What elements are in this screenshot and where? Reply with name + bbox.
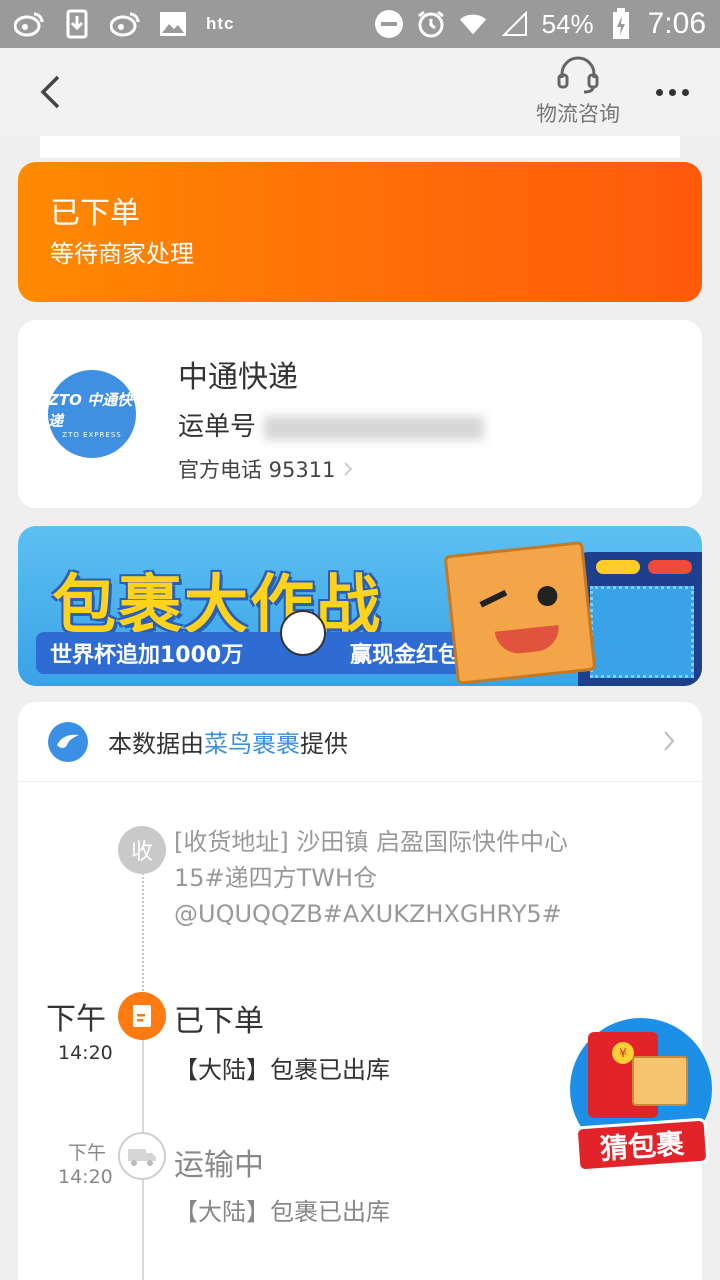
battery-charging-icon	[606, 8, 636, 39]
provider-prefix: 本数据由	[108, 730, 204, 758]
order-status-subtitle: 等待商家处理	[50, 240, 194, 268]
event-title: 已下单	[174, 1004, 264, 1039]
more-button[interactable]	[650, 78, 694, 106]
cainiao-bird-icon	[48, 721, 88, 762]
courier-phone-link[interactable]: 官方电话 95311	[178, 454, 354, 484]
banner-right-text: 赢现金红包	[349, 643, 460, 668]
truck-icon	[118, 1132, 166, 1180]
alarm-icon	[416, 9, 446, 39]
order-status-card: 已下单 等待商家处理	[18, 162, 702, 302]
back-button[interactable]	[30, 72, 70, 112]
headset-icon	[557, 56, 599, 94]
provider-suffix: 提供	[300, 730, 348, 758]
football-icon	[280, 610, 326, 656]
guess-package-label: 猜包裹	[574, 1117, 710, 1173]
signal-icon	[500, 9, 530, 39]
event-title: 运输中	[174, 1148, 264, 1183]
event-time-period: 下午	[46, 1002, 106, 1037]
wifi-icon	[458, 9, 488, 39]
banner-pill: 世界杯追加1000万 赢现金红包	[36, 632, 474, 674]
provider-name-link[interactable]: 菜鸟裹裹	[204, 730, 300, 758]
promo-banner[interactable]: 包裹大作战 世界杯追加1000万 赢现金红包	[18, 526, 702, 686]
tracking-card: 本数据由菜鸟裹裹提供 收 [收货地址] 沙田镇 启盈国际快件中心15#递四方TW…	[18, 702, 702, 1280]
courier-phone-text: 官方电话 95311	[178, 458, 336, 482]
battery-percent: 54%	[541, 8, 594, 39]
courier-name: 中通快递	[178, 360, 298, 395]
event-time-period: 下午	[68, 1142, 107, 1164]
delivery-address: [收货地址] 沙田镇 启盈国际快件中心15#递四方TWH仓@UQUQQZB#AX…	[174, 828, 568, 928]
zto-logo-subtext: ZTO EXPRESS	[62, 431, 122, 439]
dnd-icon	[374, 9, 404, 39]
chevron-right-icon	[664, 731, 675, 751]
more-dot-icon	[668, 88, 676, 96]
guess-package-float-button[interactable]: ¥ 猜包裹	[570, 1018, 714, 1173]
waybill-row[interactable]: 运单号	[178, 406, 485, 443]
chevron-right-icon	[344, 462, 353, 476]
waybill-number-redacted	[264, 415, 485, 440]
header-strip	[40, 136, 680, 158]
weibo-icon	[110, 9, 140, 39]
nav-bar: 物流咨询	[0, 48, 720, 136]
data-provider-text: 本数据由菜鸟裹裹提供	[108, 724, 348, 759]
zto-logo: ZTO 中通快递 ZTO EXPRESS	[48, 370, 136, 458]
game-screen-illustration	[578, 552, 702, 686]
consult-label: 物流咨询	[536, 102, 620, 126]
event-desc: 【大陆】包裹已出库	[174, 1056, 390, 1084]
order-status-title: 已下单	[50, 196, 140, 231]
download-icon	[62, 9, 92, 39]
weibo-icon	[14, 9, 44, 39]
event-desc: 【大陆】包裹已出库	[174, 1198, 390, 1226]
order-doc-icon	[118, 992, 166, 1040]
chevron-left-icon	[40, 75, 60, 109]
logistics-consult-button[interactable]: 物流咨询	[528, 54, 628, 132]
htc-logo: htc	[206, 14, 235, 33]
courier-card[interactable]: ZTO 中通快递 ZTO EXPRESS 中通快递 运单号 官方电话 95311	[18, 320, 702, 508]
box-mascot-illustration	[443, 541, 597, 685]
waybill-label: 运单号	[178, 412, 257, 442]
receive-badge: 收	[118, 826, 166, 874]
clock: 7:06	[647, 7, 706, 40]
data-provider-row[interactable]: 本数据由菜鸟裹裹提供	[18, 702, 702, 782]
image-icon	[158, 9, 188, 39]
event-time: 14:20	[58, 1042, 113, 1064]
more-dot-icon	[655, 88, 663, 96]
banner-left-text: 世界杯追加1000万	[50, 643, 244, 668]
timeline-connector-dotted	[142, 866, 144, 994]
box-mascot-icon	[632, 1056, 688, 1106]
more-dot-icon	[681, 88, 689, 96]
status-bar: htc 54% 7:06	[0, 0, 720, 48]
zto-logo-text: ZTO 中通快递	[48, 391, 133, 430]
coin-icon: ¥	[612, 1042, 634, 1064]
event-time: 14:20	[58, 1166, 113, 1188]
